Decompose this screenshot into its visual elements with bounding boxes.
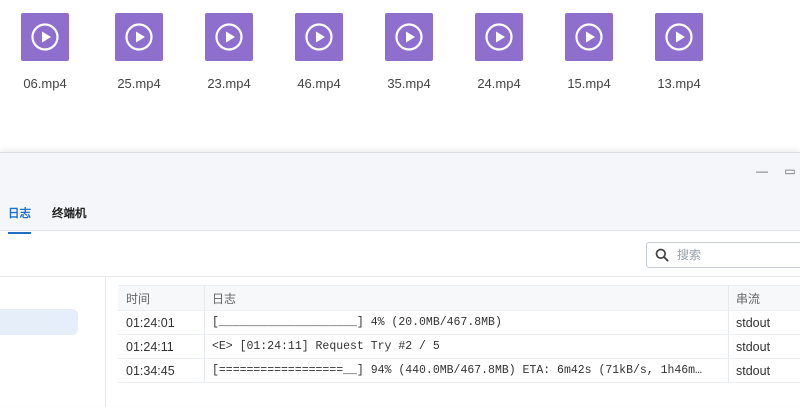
container-details-window: — ▭ 日志 终端机 时间 日志 串流 01:24:01 [__________… bbox=[0, 152, 800, 407]
video-file-icon bbox=[565, 13, 613, 61]
file-name: 23.mp4 bbox=[207, 76, 251, 91]
file-name: 35.mp4 bbox=[387, 76, 431, 91]
sidebar-item-selected[interactable] bbox=[0, 309, 78, 335]
file-name: 13.mp4 bbox=[657, 76, 701, 91]
log-message: [____________________] 4% (20.0MB/467.8M… bbox=[212, 316, 502, 329]
file-item[interactable]: 23.mp4 bbox=[194, 13, 264, 91]
column-divider bbox=[204, 311, 205, 334]
video-file-icon bbox=[295, 13, 343, 61]
log-time: 01:24:11 bbox=[126, 339, 174, 354]
log-stream: stdout bbox=[736, 339, 771, 354]
log-time: 01:34:45 bbox=[126, 363, 175, 378]
file-name: 06.mp4 bbox=[23, 76, 67, 91]
table-row[interactable]: 01:24:11 <E> [01:24:11] Request Try #2 /… bbox=[118, 335, 800, 359]
video-file-icon bbox=[115, 13, 163, 61]
search-input[interactable] bbox=[677, 246, 797, 264]
maximize-button[interactable]: ▭ bbox=[782, 163, 798, 179]
file-item[interactable]: 24.mp4 bbox=[464, 13, 534, 91]
column-divider bbox=[728, 286, 729, 310]
log-message: <E> [01:24:11] Request Try #2 / 5 bbox=[212, 340, 440, 353]
log-toolbar bbox=[0, 231, 800, 277]
search-icon bbox=[655, 248, 669, 262]
tab-terminal[interactable]: 终端机 bbox=[52, 205, 87, 221]
file-item[interactable]: 13.mp4 bbox=[644, 13, 714, 91]
column-divider bbox=[728, 311, 729, 334]
file-name: 24.mp4 bbox=[477, 76, 521, 91]
column-divider bbox=[204, 335, 205, 358]
tab-bar: 日志 终端机 bbox=[0, 191, 800, 234]
log-message: [==================__] 94% (440.0MB/467.… bbox=[212, 364, 702, 377]
file-item[interactable]: 25.mp4 bbox=[104, 13, 174, 91]
video-file-icon bbox=[655, 13, 703, 61]
file-item[interactable]: 06.mp4 bbox=[10, 13, 80, 91]
log-stream: stdout bbox=[736, 315, 771, 330]
search-box[interactable] bbox=[646, 242, 800, 268]
sidebar bbox=[0, 277, 106, 407]
column-divider bbox=[204, 286, 205, 310]
file-name: 46.mp4 bbox=[297, 76, 341, 91]
log-stream: stdout bbox=[736, 363, 771, 378]
file-item[interactable]: 35.mp4 bbox=[374, 13, 444, 91]
video-file-icon bbox=[385, 13, 433, 61]
column-header-log[interactable]: 日志 bbox=[212, 286, 732, 310]
column-header-stream[interactable]: 串流 bbox=[736, 286, 800, 310]
column-divider bbox=[728, 335, 729, 358]
file-name: 25.mp4 bbox=[117, 76, 161, 91]
column-divider bbox=[728, 359, 729, 382]
video-file-icon bbox=[21, 13, 69, 61]
table-row[interactable]: 01:34:45 [==================__] 94% (440… bbox=[118, 359, 800, 383]
window-titlebar[interactable]: — ▭ bbox=[0, 153, 800, 191]
table-header: 时间 日志 串流 bbox=[118, 285, 800, 311]
file-item[interactable]: 46.mp4 bbox=[284, 13, 354, 91]
file-item[interactable]: 15.mp4 bbox=[554, 13, 624, 91]
tab-log[interactable]: 日志 bbox=[8, 205, 31, 234]
file-grid: 06.mp4 25.mp4 23.mp4 46.mp4 35.mp4 24.mp… bbox=[0, 0, 800, 152]
column-divider bbox=[204, 359, 205, 382]
minimize-button[interactable]: — bbox=[754, 163, 770, 179]
file-name: 15.mp4 bbox=[567, 76, 611, 91]
column-header-time[interactable]: 时间 bbox=[126, 286, 206, 310]
video-file-icon bbox=[205, 13, 253, 61]
video-file-icon bbox=[475, 13, 523, 61]
log-time: 01:24:01 bbox=[126, 315, 175, 330]
table-row[interactable]: 01:24:01 [____________________] 4% (20.0… bbox=[118, 311, 800, 335]
log-table: 时间 日志 串流 01:24:01 [____________________]… bbox=[118, 285, 800, 383]
